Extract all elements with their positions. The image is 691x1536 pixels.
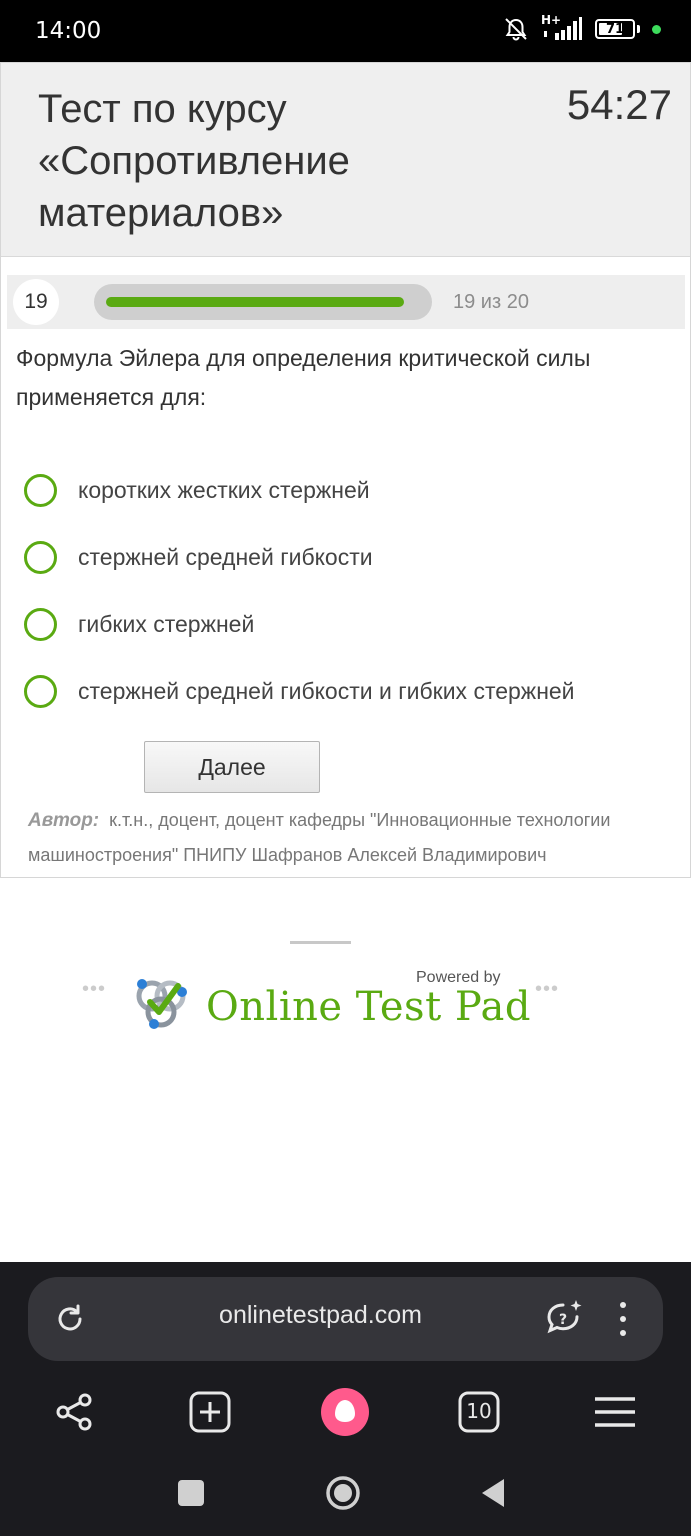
battery-icon: 71 <box>595 19 635 39</box>
author-text: к.т.н., доцент, доцент кафедры "Инноваци… <box>28 810 611 865</box>
radio-button[interactable] <box>24 541 57 574</box>
tabs-count: 10 <box>466 1399 492 1423</box>
answer-option-label: гибких стержней <box>78 611 255 637</box>
answer-option[interactable]: гибких стержней <box>24 591 674 658</box>
dots-icon: ••• <box>535 978 560 1000</box>
home-icon[interactable] <box>324 1474 362 1512</box>
radio-button[interactable] <box>24 474 57 507</box>
progress-row: 19 19 из 20 <box>7 275 685 329</box>
recents-icon[interactable] <box>176 1478 206 1508</box>
battery-level: 71 <box>605 21 625 37</box>
progress-bar <box>94 284 432 320</box>
svg-text:?: ? <box>559 1312 567 1328</box>
system-navigation <box>0 1462 691 1522</box>
assistant-icon[interactable]: ? <box>543 1297 585 1339</box>
radio-button[interactable] <box>24 608 57 641</box>
author-label: Автор: <box>28 810 100 831</box>
new-tab-icon[interactable] <box>186 1388 234 1436</box>
indicator-dot-icon <box>652 24 661 34</box>
bell-off-icon <box>505 18 527 41</box>
signal-icon <box>544 17 582 40</box>
question-number-badge: 19 <box>13 279 59 325</box>
progress-fill <box>106 297 404 307</box>
answer-option-label: стержней средней гибкости <box>78 544 373 570</box>
status-bar: 14:00 H+ 71 <box>0 0 691 62</box>
answer-option-label: стержней средней гибкости и гибких стерж… <box>78 678 575 704</box>
network-indicator: H+ <box>541 13 583 42</box>
divider <box>290 941 351 944</box>
progress-label: 19 из 20 <box>453 291 529 313</box>
hamburger-icon[interactable] <box>591 1388 639 1436</box>
share-icon[interactable] <box>50 1388 98 1436</box>
radio-button[interactable] <box>24 675 57 708</box>
timer: 54:27 <box>566 81 672 128</box>
dots-icon: ••• <box>82 978 107 1000</box>
battery-cap <box>637 25 640 33</box>
answer-option[interactable]: стержней средней гибкости <box>24 524 674 591</box>
answer-options: коротких жестких стержней стержней средн… <box>24 457 674 725</box>
next-button[interactable]: Далее <box>144 741 320 793</box>
screen: 14:00 H+ 71 Тест по курсу «Сопротивление… <box>0 0 691 1536</box>
test-card: Тест по курсу «Сопротивление материалов»… <box>0 62 691 878</box>
test-header: Тест по курсу «Сопротивление материалов»… <box>1 63 690 257</box>
answer-option[interactable]: коротких жестких стержней <box>24 457 674 524</box>
answer-option-label: коротких жестких стержней <box>78 477 370 503</box>
url-text[interactable]: onlinetestpad.com <box>28 1301 613 1330</box>
status-time: 14:00 <box>35 18 102 44</box>
brand-name: Online Test Pad <box>206 984 531 1030</box>
browser-toolbar: onlinetestpad.com ? 10 <box>0 1262 691 1536</box>
menu-dots-icon[interactable] <box>613 1299 633 1339</box>
author-info: Автор: к.т.н., доцент, доцент кафедры "Ин… <box>28 803 668 872</box>
question-text: Формула Эйлера для определения критическ… <box>16 345 591 410</box>
test-title: Тест по курсу «Сопротивление материалов» <box>38 87 350 235</box>
back-icon[interactable] <box>478 1477 508 1509</box>
tabs-icon[interactable]: 10 <box>455 1388 503 1436</box>
address-bar[interactable]: onlinetestpad.com ? <box>28 1277 663 1361</box>
status-icons: H+ 71 <box>503 13 661 42</box>
online-test-pad-logo-icon <box>136 979 187 1029</box>
branding[interactable]: ••• Powered by Online Test Pad ••• <box>80 964 580 1034</box>
answer-option[interactable]: стержней средней гибкости и гибких стерж… <box>24 658 674 725</box>
browser-nav: 10 <box>0 1382 691 1442</box>
alice-icon[interactable] <box>320 1387 370 1437</box>
